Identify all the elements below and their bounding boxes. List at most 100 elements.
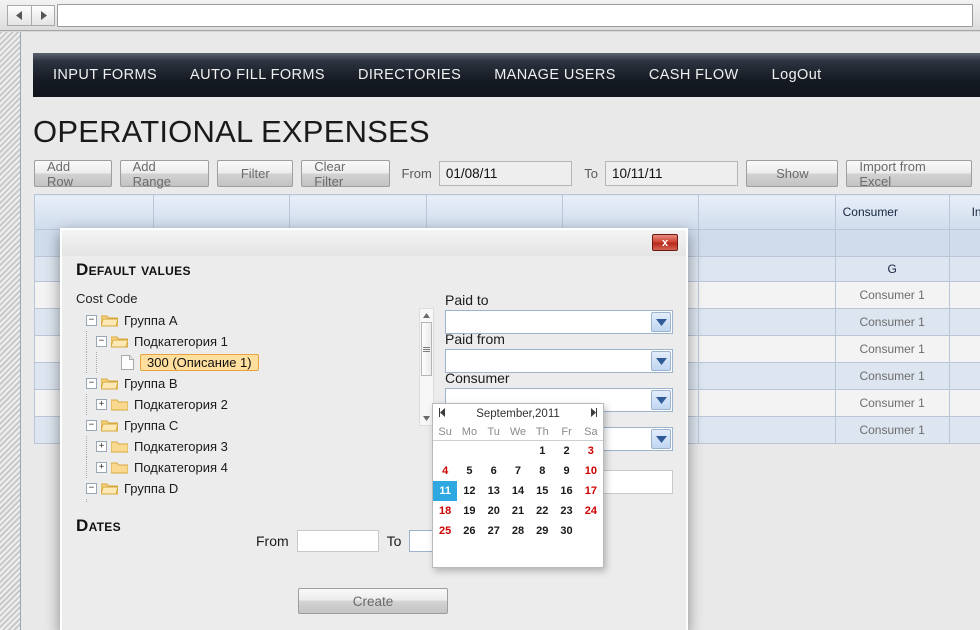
calendar-day[interactable]: 8 bbox=[530, 461, 554, 481]
grid-col-1[interactable] bbox=[152, 194, 291, 230]
back-button[interactable] bbox=[7, 5, 31, 26]
nav-item-logout[interactable]: LogOut bbox=[772, 67, 822, 83]
create-button[interactable]: Create bbox=[298, 588, 448, 614]
expand-expander-icon[interactable]: + bbox=[96, 441, 107, 452]
prev-month-icon[interactable] bbox=[433, 408, 453, 420]
grid-cell[interactable] bbox=[698, 281, 836, 309]
nav-item-auto-fill-forms[interactable]: AUTO FILL FORMS bbox=[190, 67, 325, 83]
calendar-day[interactable] bbox=[433, 441, 457, 462]
next-month-icon[interactable] bbox=[583, 408, 603, 420]
calendar-day[interactable]: 27 bbox=[482, 521, 506, 541]
chevron-down-icon[interactable] bbox=[651, 390, 671, 410]
filter-button[interactable]: Filter bbox=[217, 160, 294, 187]
calendar-day[interactable]: 22 bbox=[530, 501, 554, 521]
to-date-input[interactable]: 10/11/11 bbox=[604, 161, 739, 186]
tree-item[interactable]: − Группа B bbox=[76, 373, 428, 394]
add-range-button[interactable]: Add Range bbox=[119, 159, 210, 189]
calendar-day[interactable]: 30 bbox=[554, 521, 578, 541]
grid-cell-invoice-date[interactable]: 03/09/11 bbox=[948, 308, 980, 336]
grid-col-5[interactable] bbox=[698, 194, 836, 230]
calendar-day[interactable]: 14 bbox=[506, 481, 530, 501]
calendar-day[interactable] bbox=[457, 441, 481, 462]
calendar-day[interactable]: 5 bbox=[457, 461, 481, 481]
calendar-day[interactable]: 18 bbox=[433, 501, 457, 521]
grid-col-consumer[interactable]: Consumer bbox=[834, 194, 950, 230]
calendar-day[interactable]: 28 bbox=[506, 521, 530, 541]
collapse-expander-icon[interactable]: − bbox=[86, 483, 97, 494]
calendar-day[interactable]: 23 bbox=[554, 501, 578, 521]
calendar-day[interactable]: 1 bbox=[530, 441, 554, 462]
nav-item-manage-users[interactable]: MANAGE USERS bbox=[494, 67, 616, 83]
chevron-down-icon[interactable] bbox=[651, 312, 671, 332]
grid-cell-invoice-date[interactable]: 01/09/11 bbox=[948, 281, 980, 309]
nav-item-directories[interactable]: DIRECTORIES bbox=[358, 67, 461, 83]
tree-item[interactable]: + Подкатегория 2 bbox=[76, 394, 428, 415]
from-date-input[interactable]: 01/08/11 bbox=[438, 161, 573, 186]
nav-item-cash-flow[interactable]: CASH FLOW bbox=[649, 67, 739, 83]
scroll-up-icon[interactable] bbox=[420, 309, 433, 322]
calendar-day[interactable]: 17 bbox=[579, 481, 603, 501]
grid-cell-consumer[interactable]: Consumer 1 bbox=[834, 308, 950, 336]
calendar-day[interactable]: 10 bbox=[579, 461, 603, 481]
grid-cell-consumer[interactable]: Consumer 1 bbox=[834, 335, 950, 363]
grid-col-4[interactable] bbox=[561, 194, 700, 230]
grid-cell[interactable] bbox=[698, 389, 836, 417]
calendar-grid[interactable]: Su Mo Tu We Th Fr Sa 1 2 3 4 5 6 7 8 9 1… bbox=[433, 425, 603, 541]
calendar-day[interactable]: 9 bbox=[554, 461, 578, 481]
calendar-day[interactable]: 21 bbox=[506, 501, 530, 521]
tree-item[interactable]: + Подкатегория 3 bbox=[76, 436, 428, 457]
expand-expander-icon[interactable]: + bbox=[96, 399, 107, 410]
grid-cell-consumer[interactable]: Consumer 1 bbox=[834, 416, 950, 444]
tree-item[interactable]: − Группа A bbox=[76, 310, 428, 331]
calendar-day[interactable]: 26 bbox=[457, 521, 481, 541]
dates-from-input[interactable] bbox=[296, 530, 379, 552]
collapse-expander-icon[interactable]: − bbox=[86, 420, 97, 431]
grid-cell-consumer[interactable]: Consumer 1 bbox=[834, 362, 950, 390]
show-button[interactable]: Show bbox=[746, 160, 839, 187]
grid-col-invoice-date[interactable]: Invoice Date bbox=[948, 194, 980, 230]
calendar-day[interactable]: 16 bbox=[554, 481, 578, 501]
tree-item[interactable]: + Подкатегория 4 bbox=[76, 457, 428, 478]
grid-cell-invoice-date[interactable]: 11/09/11 bbox=[948, 416, 980, 444]
expand-expander-icon[interactable]: + bbox=[96, 462, 107, 473]
forward-button[interactable] bbox=[31, 5, 55, 26]
calendar-day[interactable]: 13 bbox=[482, 481, 506, 501]
chevron-down-icon[interactable] bbox=[651, 351, 671, 371]
tree-item-selected[interactable]: 300 (Описание 1) bbox=[76, 352, 428, 373]
tree-item[interactable]: − Группа C bbox=[76, 415, 428, 436]
grid-cell-invoice-date[interactable]: 05/09/11 bbox=[948, 335, 980, 363]
calendar-day[interactable]: 19 bbox=[457, 501, 481, 521]
cost-code-tree[interactable]: − Группа A − Подкатегория 1 300 (Описани… bbox=[76, 310, 428, 502]
collapse-expander-icon[interactable]: − bbox=[86, 378, 97, 389]
calendar-day[interactable]: 2 bbox=[554, 441, 578, 462]
calendar-day[interactable]: 3 bbox=[579, 441, 603, 462]
calendar-day[interactable]: 24 bbox=[579, 501, 603, 521]
add-row-button[interactable]: Add Row bbox=[34, 159, 112, 189]
grid-cell[interactable] bbox=[698, 335, 836, 363]
grid-filter-cell[interactable] bbox=[948, 229, 980, 257]
calendar-day[interactable] bbox=[506, 441, 530, 462]
import-from-excel-button[interactable]: Import from Excel bbox=[846, 159, 972, 189]
calendar-day[interactable]: 25 bbox=[433, 521, 457, 541]
calendar-day[interactable]: 7 bbox=[506, 461, 530, 481]
calendar-day[interactable]: 6 bbox=[482, 461, 506, 481]
scrollbar-thumb[interactable] bbox=[421, 322, 432, 376]
tree-item[interactable]: − Подкатегория 1 bbox=[76, 331, 428, 352]
grid-cell-invoice-date[interactable]: 07/09/11 bbox=[948, 362, 980, 390]
calendar-day[interactable]: 4 bbox=[433, 461, 457, 481]
close-icon[interactable]: x bbox=[652, 234, 678, 251]
tree-item[interactable]: − Группа D bbox=[76, 478, 428, 499]
collapse-expander-icon[interactable]: − bbox=[86, 315, 97, 326]
calendar-day[interactable]: 15 bbox=[530, 481, 554, 501]
grid-cell-invoice-date[interactable]: 09/09/11 bbox=[948, 389, 980, 417]
address-bar[interactable] bbox=[57, 4, 973, 27]
tree-item[interactable]: + Подкатегория 5 bbox=[76, 499, 428, 502]
chevron-down-icon[interactable] bbox=[651, 429, 671, 449]
grid-cell[interactable] bbox=[698, 362, 836, 390]
calendar-day[interactable]: 20 bbox=[482, 501, 506, 521]
calendar-title[interactable]: September,2011 bbox=[453, 408, 583, 420]
grid-filter-cell[interactable] bbox=[698, 229, 836, 257]
calendar-day[interactable] bbox=[482, 441, 506, 462]
grid-cell-consumer[interactable]: Consumer 1 bbox=[834, 281, 950, 309]
calendar-day[interactable]: 29 bbox=[530, 521, 554, 541]
